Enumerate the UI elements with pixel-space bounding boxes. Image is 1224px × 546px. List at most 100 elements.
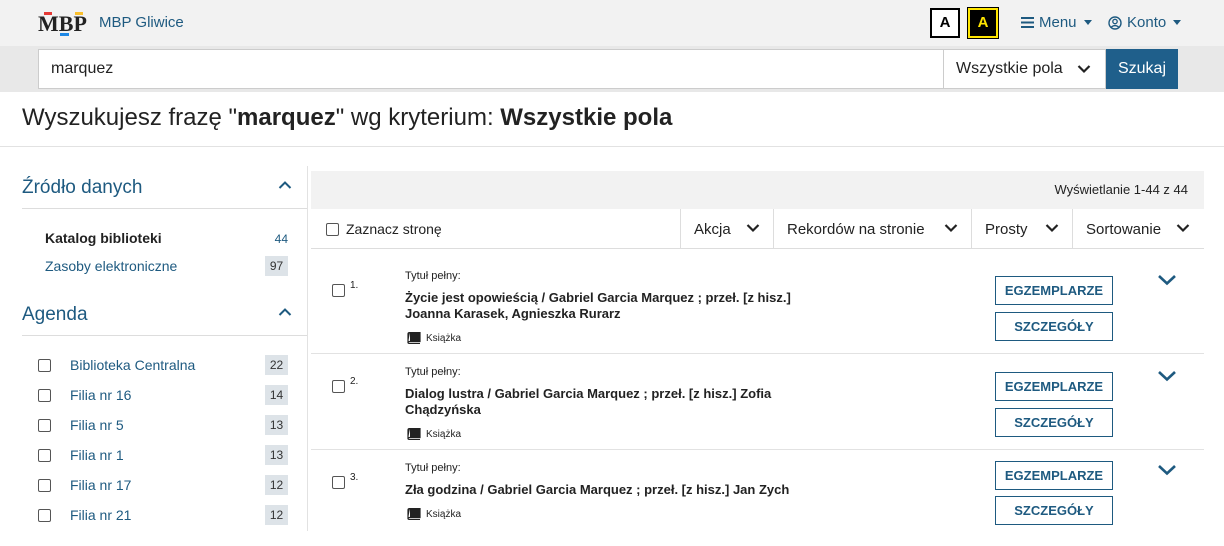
agenda-checkbox[interactable] [38,479,51,492]
source-item-catalog[interactable]: Katalog biblioteki [45,230,162,246]
search-scope-select[interactable]: Wszystkie pola [943,49,1106,89]
details-button[interactable]: SZCZEGÓŁY [995,312,1113,341]
copies-button[interactable]: EGZEMPLARZE [995,276,1113,305]
result-title-label: Tytuł pełny: [405,462,461,474]
result-type-label: Książka [426,428,462,440]
details-button[interactable]: SZCZEGÓŁY [995,408,1113,437]
book-icon [407,428,421,440]
select-page-label[interactable]: Zaznacz stronę [346,221,442,237]
details-button[interactable]: SZCZEGÓŁY [995,496,1113,525]
view-dropdown[interactable]: Prosty [971,209,1073,249]
hamburger-icon [1021,17,1034,28]
search-bar: Wszystkie pola Szukaj [0,46,1224,92]
menu-label: Menu [1039,14,1077,31]
result-item: 1. Tytuł pełny: Życie jest opowieścią / … [311,258,1204,354]
agenda-item-label[interactable]: Biblioteka Centralna [70,357,195,373]
agenda-count-badge: 13 [265,415,288,435]
source-item-electronic[interactable]: Zasoby elektroniczne [45,258,177,274]
result-type: Książka [407,428,461,440]
result-type-label: Książka [426,332,462,344]
agenda-count-badge: 22 [265,355,288,375]
result-item: 3. Tytuł pełny: Zła godzina / Gabriel Ga… [311,450,1204,546]
search-criterion: Wszystkie pola [500,104,673,131]
result-title-label: Tytuł pełny: [405,270,461,282]
source-facet-heading[interactable]: Źródło danych [22,177,142,199]
agenda-checkbox[interactable] [38,509,51,522]
result-checkbox[interactable] [332,380,345,393]
results-summary-bar: Wyświetlanie 1-44 z 44 [311,171,1204,209]
result-number: 1. [350,280,359,291]
results-toolbar: Zaznacz stronę Akcja Rekordów na stronie… [311,209,1204,249]
chevron-down-icon [1077,65,1091,74]
source-count: 44 [274,232,288,246]
contrast-high-button[interactable]: A [968,8,998,38]
book-icon [407,332,421,344]
result-number: 2. [350,376,359,387]
source-count-badge: 97 [265,256,288,276]
result-type: Książka [407,508,461,520]
view-label: Prosty [985,220,1028,238]
agenda-count-badge: 12 [265,505,288,525]
result-type-label: Książka [426,508,462,520]
search-scope-value: Wszystkie pola [956,60,1063,77]
result-title-label: Tytuł pełny: [405,366,461,378]
result-checkbox[interactable] [332,284,345,297]
agenda-count-badge: 13 [265,445,288,465]
agenda-checkbox[interactable] [38,449,51,462]
account-label: Konto [1127,14,1167,31]
results-count: Wyświetlanie 1-44 z 44 [1054,182,1188,197]
result-title[interactable]: Życie jest opowieścią / Gabriel Garcia M… [405,290,805,322]
agenda-item-label[interactable]: Filia nr 16 [70,387,131,403]
contrast-normal-button[interactable]: A [930,8,960,38]
per-page-dropdown[interactable]: Rekordów na stronie [773,209,972,249]
agenda-checkbox[interactable] [38,419,51,432]
result-title[interactable]: Zła godzina / Gabriel Garcia Marquez ; p… [405,482,805,498]
page-title: Wyszukujesz frazę "marquez" wg kryterium… [22,104,673,131]
account-dropdown[interactable]: Konto [1108,14,1182,31]
chevron-up-icon[interactable] [278,180,292,190]
search-input[interactable] [38,49,944,89]
expand-chevron-icon[interactable] [1157,464,1177,476]
chevron-up-icon[interactable] [278,307,292,317]
agenda-item-label[interactable]: Filia nr 17 [70,477,131,493]
column-divider [307,166,308,531]
top-navbar: MBP MBP Gliwice A A Menu Konto [0,0,1224,46]
agenda-count-badge: 12 [265,475,288,495]
menu-dropdown[interactable]: Menu [1021,14,1092,31]
search-phrase: marquez [237,104,336,131]
action-dropdown[interactable]: Akcja [680,209,774,249]
brand-link[interactable]: MBP Gliwice [99,14,184,31]
expand-chevron-icon[interactable] [1157,274,1177,286]
divider [22,335,307,336]
sort-dropdown[interactable]: Sortowanie [1072,209,1204,249]
select-page-checkbox[interactable] [326,223,339,236]
chevron-down-icon [1176,224,1190,233]
agenda-facet-heading[interactable]: Agenda [22,304,88,326]
caret-down-icon [1173,20,1182,25]
library-logo[interactable]: MBP [38,9,88,37]
user-circle-icon [1108,15,1122,30]
agenda-item-label[interactable]: Filia nr 21 [70,507,131,523]
expand-chevron-icon[interactable] [1157,370,1177,382]
chevron-down-icon [746,224,760,233]
action-label: Akcja [694,220,731,238]
search-button[interactable]: Szukaj [1106,49,1178,89]
agenda-checkbox[interactable] [38,359,51,372]
divider [22,208,307,209]
book-icon [407,508,421,520]
result-item: 2. Tytuł pełny: Dialog lustra / Gabriel … [311,354,1204,450]
result-title[interactable]: Dialog lustra / Gabriel Garcia Marquez ;… [405,386,805,418]
agenda-item-label[interactable]: Filia nr 1 [70,447,124,463]
divider [0,146,1224,147]
agenda-count-badge: 14 [265,385,288,405]
result-checkbox[interactable] [332,476,345,489]
caret-down-icon [1083,20,1092,25]
result-number: 3. [350,472,359,483]
agenda-item-label[interactable]: Filia nr 5 [70,417,124,433]
sort-label: Sortowanie [1086,220,1162,238]
chevron-down-icon [944,224,958,233]
per-page-label: Rekordów na stronie [787,220,925,238]
agenda-checkbox[interactable] [38,389,51,402]
copies-button[interactable]: EGZEMPLARZE [995,461,1113,490]
copies-button[interactable]: EGZEMPLARZE [995,372,1113,401]
